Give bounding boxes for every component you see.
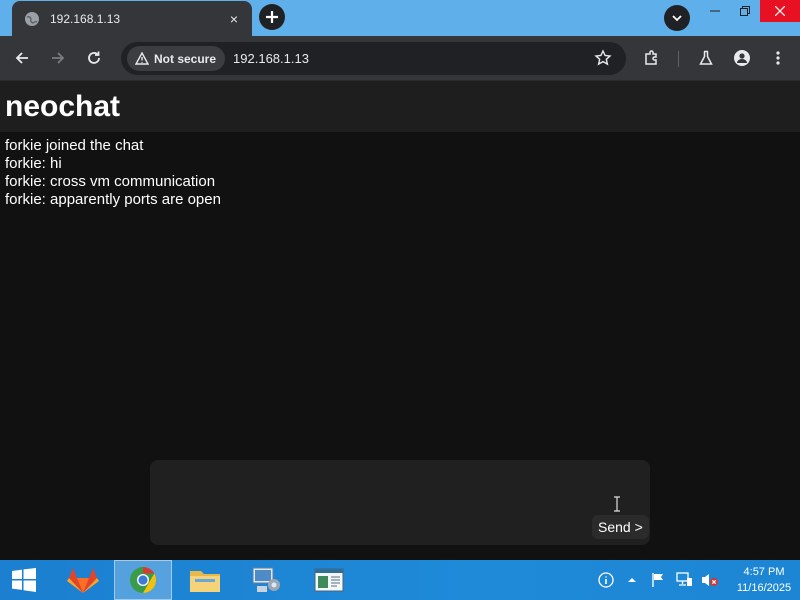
message-input[interactable] [150, 460, 650, 545]
system-tray: 4:57 PM 11/16/2025 [592, 560, 800, 600]
clock-time: 4:57 PM [743, 566, 785, 578]
info-icon[interactable] [594, 568, 618, 592]
text-cursor-icon [614, 496, 620, 512]
new-tab-button[interactable] [259, 4, 285, 30]
start-button[interactable] [0, 560, 48, 600]
labs-button[interactable] [694, 46, 718, 70]
file-explorer-app-icon[interactable] [176, 560, 234, 600]
window-controls [700, 0, 800, 24]
notepad-app-icon[interactable] [300, 560, 358, 600]
tab-search-button[interactable] [664, 5, 690, 31]
extensions-button[interactable] [640, 46, 664, 70]
folder-icon [190, 571, 220, 592]
gitlab-app-icon[interactable] [54, 560, 112, 600]
puzzle-icon [645, 50, 657, 65]
fox-logo-icon [67, 568, 99, 593]
browser-tab[interactable]: 192.168.1.13 × [12, 1, 252, 36]
taskbar: 4:57 PM 11/16/2025 [0, 560, 800, 600]
restore-icon [740, 6, 750, 16]
bookmark-star-icon[interactable] [594, 49, 612, 67]
chat-header: neochat [0, 81, 800, 132]
reload-button[interactable] [82, 46, 106, 70]
windows-logo-icon [12, 568, 36, 592]
url-text[interactable]: 192.168.1.13 [233, 51, 309, 66]
action-center-flag-icon[interactable] [646, 568, 670, 592]
volume-muted-icon[interactable] [698, 568, 722, 592]
tab-close-icon[interactable]: × [226, 11, 242, 27]
server-manager-icon [252, 567, 280, 592]
warning-icon [135, 52, 149, 65]
flask-icon [699, 50, 713, 65]
not-secure-label: Not secure [154, 51, 217, 66]
network-icon[interactable] [672, 568, 696, 592]
avatar-icon [734, 50, 750, 66]
restore-button[interactable] [730, 0, 760, 22]
minimize-button[interactable] [700, 0, 730, 22]
browser-titlebar: 192.168.1.13 × [0, 0, 800, 36]
close-window-button[interactable] [760, 0, 800, 22]
message: forkie: apparently ports are open [5, 191, 221, 208]
message: forkie: hi [5, 155, 62, 172]
site-info-chip[interactable]: Not secure [127, 46, 226, 71]
back-button[interactable] [10, 46, 34, 70]
globe-icon [24, 11, 40, 27]
kebab-menu-icon [776, 51, 780, 65]
show-hidden-icons-icon[interactable] [620, 568, 644, 592]
message-list: forkie joined the chat forkie: hi forkie… [0, 132, 800, 209]
control-panel-app-icon[interactable] [238, 560, 296, 600]
message: forkie: cross vm communication [5, 173, 216, 190]
chat-page: neochat forkie joined the chat forkie: h… [0, 81, 800, 560]
toolbar-divider [678, 51, 679, 67]
menu-button[interactable] [766, 46, 790, 70]
tab-title: 192.168.1.13 [50, 11, 121, 26]
reload-icon [88, 51, 100, 64]
plus-icon [266, 11, 278, 23]
chevron-down-icon [672, 15, 682, 22]
close-icon [775, 6, 785, 16]
document-window-icon [314, 568, 344, 592]
profile-button[interactable] [730, 46, 754, 70]
taskbar-clock[interactable]: 4:57 PM 11/16/2025 [728, 564, 800, 596]
arrow-right-icon [52, 52, 65, 64]
chrome-app-icon[interactable] [114, 560, 172, 600]
message: forkie joined the chat [5, 137, 144, 154]
browser-toolbar: Not secure 192.168.1.13 [0, 36, 800, 81]
arrow-left-icon [15, 52, 28, 64]
address-bar[interactable]: Not secure 192.168.1.13 [121, 42, 626, 75]
send-button[interactable]: Send > [592, 515, 649, 539]
minimize-icon [710, 10, 720, 12]
forward-button[interactable] [46, 46, 70, 70]
chrome-logo-icon [130, 566, 157, 594]
clock-date: 11/16/2025 [736, 582, 792, 594]
page-title: neochat [5, 89, 121, 123]
